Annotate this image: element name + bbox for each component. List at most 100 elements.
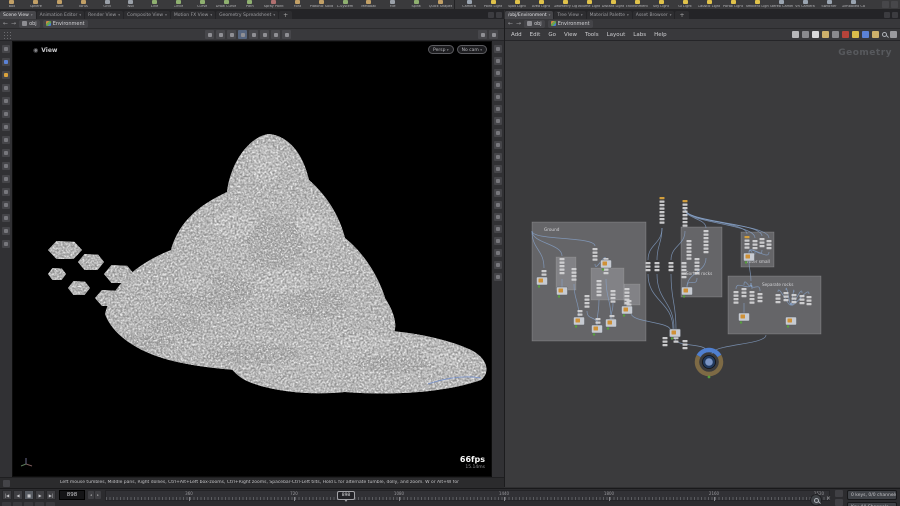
parameter-badge[interactable] — [745, 236, 750, 238]
snap-tool-icon[interactable] — [2, 162, 10, 170]
parameter-badge[interactable] — [800, 295, 805, 297]
isolate-tool-icon[interactable] — [2, 214, 10, 222]
menu-tools[interactable]: Tools — [585, 32, 599, 38]
parameter-badge[interactable] — [572, 279, 577, 281]
sculpt-tool-icon[interactable] — [2, 136, 10, 144]
display-toggle-icon[interactable] — [494, 177, 502, 185]
parameter-badge[interactable] — [560, 262, 565, 264]
keyframe-options-icon[interactable] — [835, 490, 843, 497]
rotate-tool-icon[interactable] — [2, 71, 10, 79]
shelf-tool-point-light[interactable]: Point Light — [481, 0, 505, 9]
shelf-tool-font[interactable]: Font — [286, 0, 310, 9]
seam-tool-icon[interactable] — [2, 175, 10, 183]
shelf-tool-platonic-solids[interactable]: Platonic Solids — [309, 0, 333, 9]
parameter-badge[interactable] — [542, 274, 547, 276]
parameter-badge[interactable] — [585, 299, 590, 301]
parameter-badge[interactable] — [750, 291, 755, 293]
parameter-badge[interactable] — [596, 318, 601, 320]
parameter-badge[interactable] — [695, 265, 700, 267]
parameter-badge[interactable] — [753, 244, 758, 246]
go-start-button[interactable]: |◀ — [2, 490, 12, 500]
playbar-zoom-button[interactable] — [810, 494, 822, 506]
display-toggle-icon[interactable] — [494, 225, 502, 233]
parameter-badge[interactable] — [572, 275, 577, 277]
shelf-tool-tube[interactable]: Tube — [48, 0, 72, 9]
palette-icon[interactable] — [822, 31, 829, 38]
display-toggle-icon[interactable] — [494, 165, 502, 173]
forward-arrow-icon[interactable]: → — [516, 20, 521, 28]
playbar-extra-button[interactable] — [46, 502, 55, 506]
shelf-tool-environment-light[interactable]: Environment Light — [625, 0, 649, 9]
shelf-tool-gimballed-camera[interactable]: Gimballed Camera — [841, 0, 865, 9]
display-options-icon[interactable] — [282, 30, 291, 39]
parameter-badge[interactable] — [593, 252, 598, 254]
parameter-badge[interactable] — [585, 302, 590, 304]
display-toggle-icon[interactable] — [494, 93, 502, 101]
parameter-badge[interactable] — [784, 299, 789, 301]
autokey-dropdown[interactable]: Key All Channels▾ — [847, 502, 897, 506]
parameter-badge[interactable] — [750, 302, 755, 304]
translate-tool-icon[interactable] — [2, 58, 10, 66]
display-toggle-icon[interactable] — [494, 237, 502, 245]
parameter-badge[interactable] — [646, 266, 651, 268]
parameter-badge[interactable] — [776, 301, 781, 303]
export-icon[interactable] — [872, 31, 879, 38]
parameter-badge[interactable] — [767, 240, 772, 242]
breadcrumb-node[interactable]: Environment — [548, 20, 593, 28]
playbar-settings-icon[interactable] — [835, 499, 843, 506]
frame-step-back-button[interactable]: ◂ — [88, 491, 94, 499]
display-toggle-icon[interactable] — [494, 117, 502, 125]
display-toggle-icon[interactable] — [494, 69, 502, 77]
shelf-tool-ambient-light[interactable]: Ambient Light — [745, 0, 769, 9]
snap-icon[interactable] — [227, 30, 236, 39]
parameter-badge[interactable] — [660, 204, 665, 206]
parameter-badge[interactable] — [578, 310, 583, 312]
parameter-badge[interactable] — [784, 296, 789, 298]
shelf-tool-gi-light[interactable]: GI Light — [673, 0, 697, 9]
display-toggle-icon[interactable] — [494, 81, 502, 89]
shelf-tool-volume-light[interactable]: Volume Light — [577, 0, 601, 9]
parameter-badge[interactable] — [611, 294, 616, 296]
parameter-badge[interactable] — [669, 262, 674, 264]
parameter-badge[interactable] — [593, 255, 598, 257]
pane-tab-tree-view[interactable]: Tree View▾ — [554, 11, 585, 19]
secure-select-icon[interactable] — [216, 30, 225, 39]
parameter-badge[interactable] — [687, 254, 692, 256]
pane-tab-render-view[interactable]: Render View▾ — [85, 11, 123, 19]
parameter-badge[interactable] — [807, 300, 812, 302]
chevron-down-icon[interactable]: ▾ — [273, 13, 275, 17]
parameter-badge[interactable] — [767, 244, 772, 246]
shelf-tool-path[interactable]: Path — [238, 0, 262, 9]
playhead-marker[interactable]: 898 — [337, 491, 355, 500]
chevron-down-icon[interactable]: ▾ — [549, 13, 551, 17]
parameter-badge[interactable] — [572, 272, 577, 274]
parameter-badge[interactable] — [687, 251, 692, 253]
parameter-badge[interactable] — [742, 295, 747, 297]
chevron-down-icon[interactable]: ▾ — [210, 13, 212, 17]
parameter-badge[interactable] — [669, 269, 674, 271]
parameter-badge[interactable] — [742, 292, 747, 294]
shelf-tool-stereo-camera[interactable]: Stereo Camera — [769, 0, 793, 9]
pin-icon[interactable] — [802, 31, 809, 38]
parameter-badge[interactable] — [734, 295, 739, 297]
parameter-badge[interactable] — [767, 247, 772, 249]
parameter-badge[interactable] — [682, 266, 687, 268]
pane-stow-icon[interactable] — [3, 31, 11, 39]
parameter-badge[interactable] — [593, 259, 598, 261]
parameter-badge[interactable] — [750, 295, 755, 297]
shelf-tool-l-system[interactable]: L-System — [333, 0, 357, 9]
back-arrow-icon[interactable]: ← — [508, 20, 513, 28]
display-toggle-icon[interactable] — [494, 141, 502, 149]
parameter-badge[interactable] — [578, 314, 583, 316]
parameter-badge[interactable] — [704, 251, 709, 253]
parameter-badge[interactable] — [683, 214, 688, 216]
parameter-badge[interactable] — [683, 344, 688, 346]
display-flag-icon[interactable] — [862, 31, 869, 38]
shelf-tool-file[interactable]: File — [381, 0, 405, 9]
shelf-tool-sky-light[interactable]: Sky Light — [649, 0, 673, 9]
parameter-badge[interactable] — [687, 240, 692, 242]
parameter-badge[interactable] — [669, 266, 674, 268]
menu-layout[interactable]: Layout — [607, 32, 626, 38]
pane-tab-composite-view[interactable]: Composite View▾ — [124, 11, 170, 19]
parameter-badge[interactable] — [604, 272, 609, 274]
